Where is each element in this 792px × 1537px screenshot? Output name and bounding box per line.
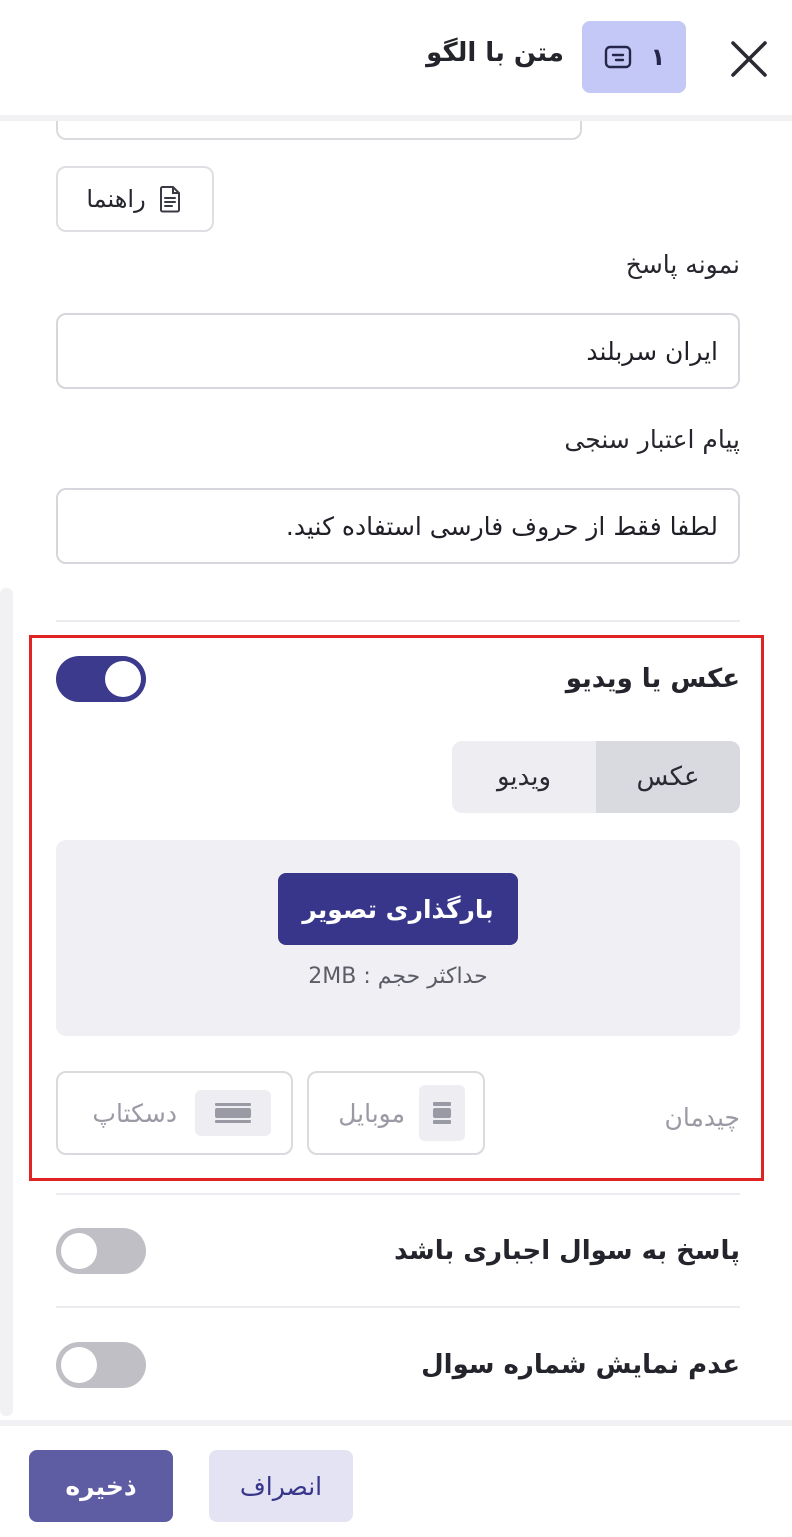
guide-button[interactable]: راهنما <box>56 166 214 232</box>
validation-message-label: پیام اعتبار سنجی <box>564 425 740 454</box>
question-number: ۱ <box>650 43 666 71</box>
text-pattern-icon <box>603 42 633 72</box>
hide-question-number-label: عدم نمایش شماره سوال <box>421 1350 740 1380</box>
sample-answer-label: نمونه پاسخ <box>625 250 740 279</box>
document-icon <box>156 184 184 214</box>
close-icon <box>731 41 767 77</box>
scrollbar-track[interactable] <box>0 588 13 1416</box>
cancel-button[interactable]: انصراف <box>209 1450 353 1522</box>
validation-message-input[interactable]: لطفا فقط از حروف فارسی استفاده کنید. <box>56 488 740 564</box>
toggle-knob <box>61 1347 97 1383</box>
sample-answer-input[interactable]: ایران سربلند <box>56 313 740 389</box>
panel-header: ۱ متن با الگو <box>0 0 792 116</box>
guide-label: راهنما <box>86 185 146 213</box>
toggle-knob <box>61 1233 97 1269</box>
section-divider <box>56 1306 740 1308</box>
close-button[interactable] <box>726 36 772 82</box>
required-answer-toggle[interactable] <box>56 1228 146 1274</box>
save-button[interactable]: ذخیره <box>29 1450 173 1522</box>
page-title: متن با الگو <box>426 38 564 68</box>
footer-divider <box>0 1420 792 1426</box>
section-divider <box>56 620 740 622</box>
header-divider <box>0 115 792 121</box>
media-section-highlight <box>29 635 764 1181</box>
section-divider <box>56 1193 740 1195</box>
hide-question-number-toggle[interactable] <box>56 1342 146 1388</box>
question-type-badge: ۱ <box>582 21 686 93</box>
required-answer-label: پاسخ به سوال اجباری باشد <box>394 1236 740 1266</box>
